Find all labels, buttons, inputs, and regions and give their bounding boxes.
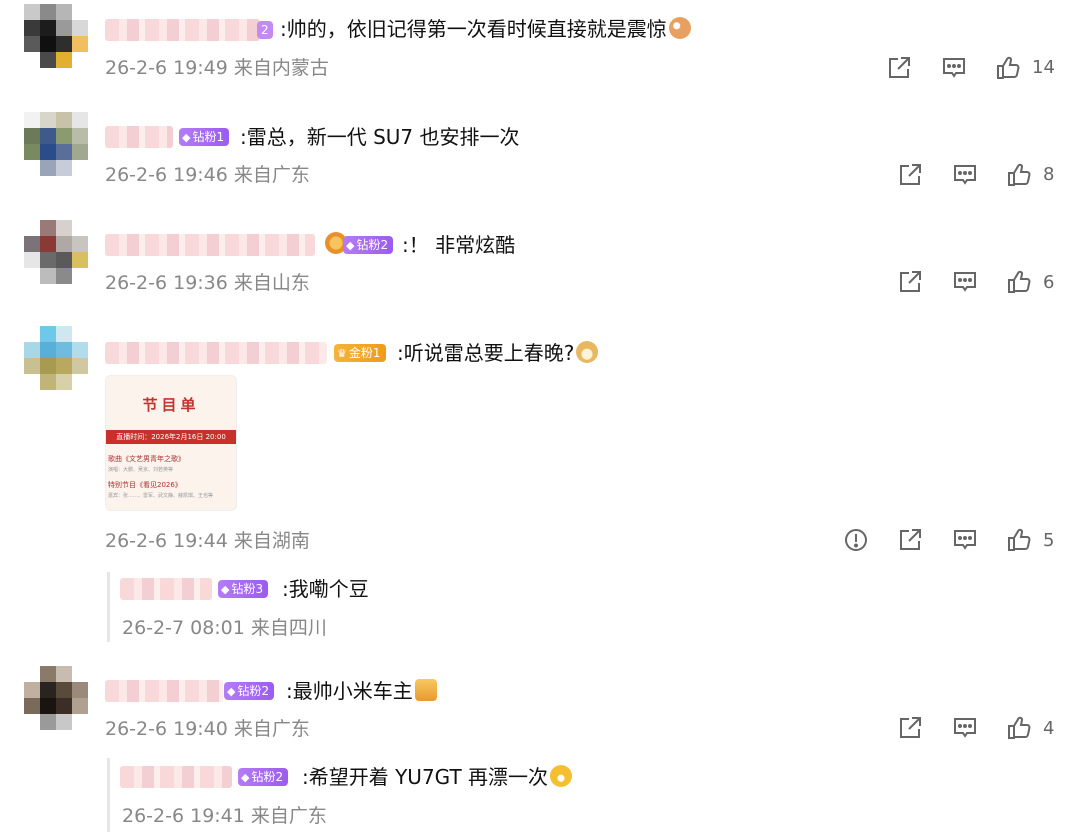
fan-badge: 2	[257, 21, 273, 39]
reply-meta: 26-2-7 08:01 来自四川	[122, 617, 327, 639]
comment-meta: 26-2-6 19:40 来自广东	[105, 718, 310, 740]
username-blurred[interactable]	[105, 342, 327, 364]
comment-text: :！ 非常炫酷	[402, 233, 516, 257]
diamond-icon: ◆	[346, 239, 355, 252]
comment-icon[interactable]	[952, 269, 978, 295]
comment-icon[interactable]	[952, 527, 978, 553]
like-icon[interactable]	[995, 55, 1021, 81]
image-line: 歌曲《文艺男青年之歌》	[108, 455, 185, 463]
image-line: 特别节目《看见2026》	[108, 481, 182, 489]
avatar[interactable]	[24, 4, 88, 68]
fan-badge: ◆ 钻粉2	[224, 682, 275, 700]
comment-text: :雷总，新一代 SU7 也安排一次	[240, 125, 520, 149]
laugh-cry-emoji	[550, 765, 573, 787]
reply-divider	[107, 572, 110, 642]
comment-text-content: :最帅小米车主	[286, 679, 413, 703]
image-band: 直播时间：2026年2月16日 20:00	[106, 430, 236, 444]
comment-icon[interactable]	[952, 715, 978, 741]
username-blurred[interactable]	[120, 766, 232, 788]
comment-text-content: :帅的，依旧记得第一次看时候直接就是震惊	[280, 17, 667, 41]
fan-badge: ◆ 钻粉2	[343, 236, 394, 254]
share-icon[interactable]	[886, 55, 912, 81]
diamond-icon: ◆	[221, 583, 230, 596]
comment-text: :最帅小米车主	[286, 678, 437, 704]
avatar[interactable]	[24, 666, 88, 730]
doge-emoji	[576, 341, 599, 363]
avatar[interactable]	[24, 326, 88, 390]
badge-label: 金粉1	[348, 346, 381, 360]
like-count: 6	[1043, 272, 1055, 293]
badge-label: 钻粉3	[231, 582, 264, 596]
comment-text: :听说雷总要上春晚?	[397, 340, 599, 366]
like-icon[interactable]	[1006, 162, 1032, 188]
reply-meta: 26-2-6 19:41 来自广东	[122, 805, 327, 827]
comment-image[interactable]: 节目单 直播时间：2026年2月16日 20:00 歌曲《文艺男青年之歌》 演唱…	[105, 375, 237, 511]
like-count: 14	[1032, 57, 1055, 78]
fan-badge: ♛ 金粉1	[334, 344, 386, 362]
comment-icon[interactable]	[941, 55, 967, 81]
reply-divider	[107, 758, 110, 832]
fan-badge: ◆ 钻粉3	[218, 580, 269, 598]
fan-badge: ◆ 钻粉1	[179, 128, 230, 146]
username-blurred[interactable]	[105, 19, 260, 41]
like-icon[interactable]	[1006, 269, 1032, 295]
diamond-icon: ◆	[227, 685, 236, 698]
image-title: 节目单	[142, 396, 200, 414]
reply-text: :我嘞个豆	[282, 577, 369, 601]
avatar[interactable]	[24, 220, 88, 284]
comment-meta: 26-2-6 19:46 来自广东	[105, 164, 310, 186]
username-blurred[interactable]	[105, 126, 173, 148]
like-count: 8	[1043, 164, 1055, 185]
like-icon[interactable]	[1006, 527, 1032, 553]
share-icon[interactable]	[897, 269, 923, 295]
report-icon[interactable]	[843, 527, 869, 553]
share-icon[interactable]	[897, 715, 923, 741]
like-count: 5	[1043, 530, 1055, 551]
reply-text: :希望开着 YU7GT 再漂一次	[302, 764, 573, 790]
diamond-icon: ◆	[241, 771, 250, 784]
comment-meta: 26-2-6 19:44 来自湖南	[105, 530, 310, 552]
comment-icon[interactable]	[952, 162, 978, 188]
badge-label: 钻粉1	[192, 130, 225, 144]
share-icon[interactable]	[897, 527, 923, 553]
badge-label: 钻粉2	[237, 684, 270, 698]
image-subline: 演唱：大鹏、吴京、刘若英等	[108, 467, 174, 473]
thumbs-up-emoji	[414, 679, 437, 701]
cat-emoji	[668, 17, 691, 39]
crown-icon: ♛	[337, 347, 347, 360]
username-blurred[interactable]	[105, 680, 223, 702]
reply-text-content: :希望开着 YU7GT 再漂一次	[302, 765, 549, 789]
comment-text: :帅的，依旧记得第一次看时候直接就是震惊	[280, 16, 691, 42]
username-blurred[interactable]	[105, 234, 315, 256]
badge-label: 钻粉2	[356, 238, 389, 252]
share-icon[interactable]	[897, 162, 923, 188]
username-blurred[interactable]	[120, 578, 212, 600]
fan-badge: ◆ 钻粉2	[238, 768, 289, 786]
badge-label: 钻粉2	[251, 770, 284, 784]
image-subline: 嘉宾：张……、雷军、武文静、薛凯琪、王也等	[108, 493, 214, 499]
like-count: 4	[1043, 718, 1055, 739]
comment-meta: 26-2-6 19:49 来自内蒙古	[105, 57, 329, 79]
avatar[interactable]	[24, 112, 88, 176]
diamond-icon: ◆	[182, 131, 191, 144]
like-icon[interactable]	[1006, 715, 1032, 741]
comment-meta: 26-2-6 19:36 来自山东	[105, 272, 310, 294]
comment-text-content: :听说雷总要上春晚?	[397, 341, 575, 365]
